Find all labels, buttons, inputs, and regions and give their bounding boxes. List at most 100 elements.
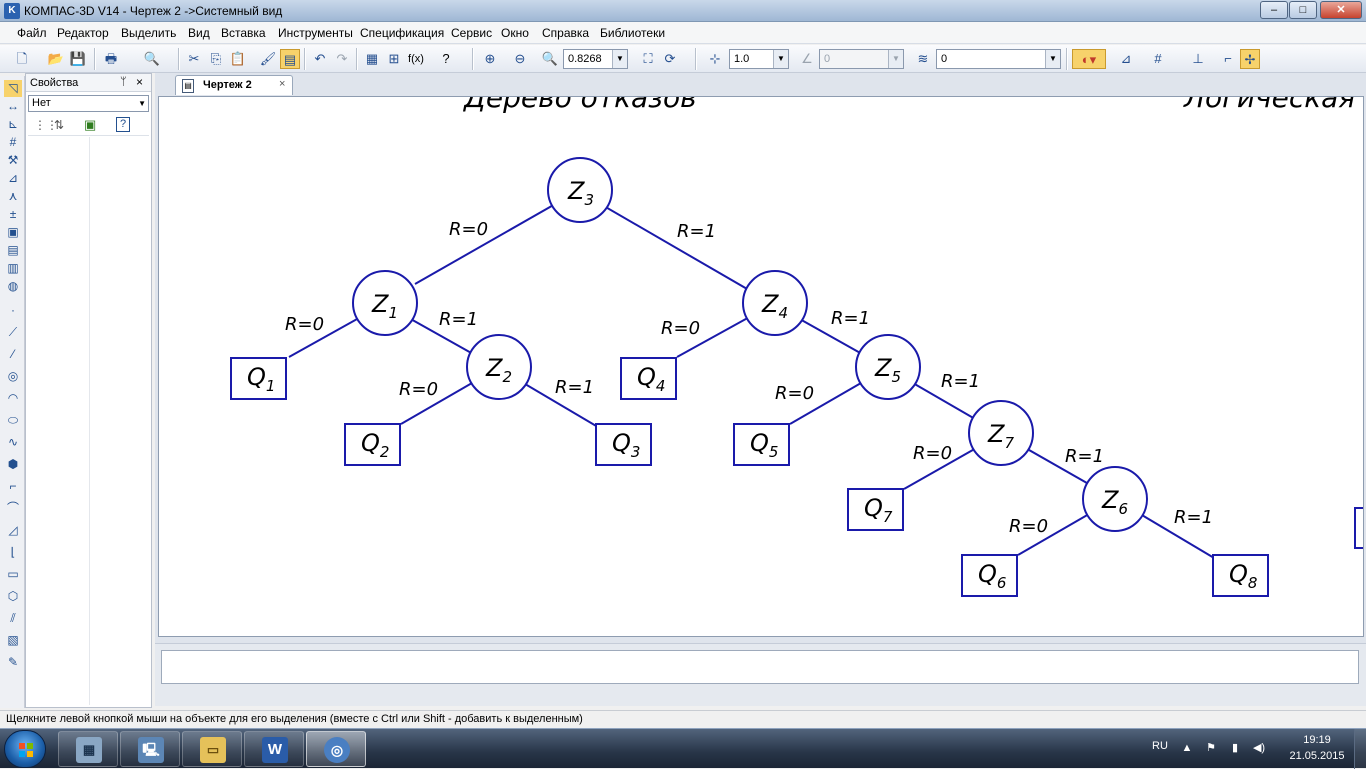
zoom-window-icon[interactable]: ⊕ bbox=[480, 49, 500, 69]
sort-icon[interactable]: ⇅ bbox=[54, 118, 64, 132]
tab-drawing-2[interactable]: ▤ Чертеж 2 × bbox=[175, 75, 293, 95]
close-icon[interactable]: × bbox=[136, 75, 143, 89]
zoom-scale-combo[interactable]: 0.8268 ▼ bbox=[563, 49, 628, 69]
redo-icon[interactable]: ↷ bbox=[332, 49, 352, 69]
snap-icon[interactable]: ⊹ bbox=[705, 49, 725, 69]
segment-icon[interactable]: ⁄ bbox=[4, 346, 22, 363]
drawing-canvas[interactable]: Дерево отказов Логическая Z3 Z1 Z2 Z4 Z5… bbox=[158, 96, 1364, 637]
magnet-icon[interactable]: ◐▾ bbox=[1072, 49, 1106, 69]
contour-icon[interactable]: ✎ bbox=[4, 654, 22, 671]
angle-combo[interactable]: 0 ▼ bbox=[819, 49, 904, 69]
volume-icon[interactable]: ◀) bbox=[1252, 741, 1266, 755]
manager-icon[interactable]: ▤ bbox=[280, 49, 300, 69]
menu-help[interactable]: Справка bbox=[542, 26, 589, 40]
minimize-button[interactable]: – bbox=[1260, 1, 1288, 19]
polyline-icon[interactable]: ⌐ bbox=[4, 478, 22, 495]
format-brush-icon[interactable]: 🖌 bbox=[258, 49, 278, 69]
taskbar-computer[interactable]: 🖳 bbox=[120, 731, 180, 767]
taskbar-explorer[interactable]: ▭ bbox=[182, 731, 242, 767]
local-cs-icon[interactable]: ⊥ bbox=[1188, 49, 1208, 69]
measure-icon[interactable]: ⊿ bbox=[4, 170, 22, 187]
properties-settings-icon[interactable]: ▣ bbox=[84, 117, 96, 133]
save-icon[interactable]: 💾 bbox=[68, 49, 88, 69]
menu-insert[interactable]: Вставка bbox=[221, 26, 266, 40]
menu-libraries[interactable]: Библиотеки bbox=[600, 26, 665, 40]
help-cursor-icon[interactable]: ? bbox=[436, 49, 456, 69]
grid-icon[interactable]: # bbox=[1148, 49, 1168, 69]
spec-icon[interactable]: ▣ bbox=[4, 224, 22, 241]
point-icon[interactable]: · bbox=[4, 302, 22, 319]
menu-editor[interactable]: Редактор bbox=[57, 26, 109, 40]
tree-icon[interactable]: ▦ bbox=[362, 49, 382, 69]
help-icon[interactable]: ? bbox=[116, 117, 130, 132]
copy-icon[interactable]: ⎘ bbox=[206, 49, 226, 69]
menu-view[interactable]: Вид bbox=[188, 26, 210, 40]
command-input[interactable] bbox=[161, 650, 1359, 684]
zoom-all-icon[interactable]: ⊖ bbox=[510, 49, 530, 69]
chevron-down-icon[interactable]: ▼ bbox=[888, 50, 903, 68]
pin-icon[interactable]: ᛘ bbox=[120, 76, 127, 88]
tab-close-icon[interactable]: × bbox=[279, 78, 285, 90]
menu-select[interactable]: Выделить bbox=[121, 26, 176, 40]
circle-icon[interactable]: ◎ bbox=[4, 368, 22, 385]
fx-icon[interactable]: f(x) bbox=[406, 49, 426, 69]
chevron-down-icon[interactable]: ▼ bbox=[138, 96, 146, 111]
menu-specification[interactable]: Спецификация bbox=[360, 26, 444, 40]
layers-icon[interactable]: ≋ bbox=[913, 49, 933, 69]
show-desktop-button[interactable] bbox=[1354, 729, 1366, 769]
select-icon[interactable]: ⋏ bbox=[4, 188, 22, 205]
insert-icon[interactable]: ▥ bbox=[4, 260, 22, 277]
preview-icon[interactable]: 🔍 bbox=[142, 49, 162, 69]
chevron-down-icon[interactable]: ▼ bbox=[1045, 50, 1060, 68]
start-button[interactable] bbox=[4, 730, 46, 768]
pan-icon[interactable]: ⛶ bbox=[638, 49, 658, 69]
reports-icon[interactable]: ▤ bbox=[4, 242, 22, 259]
hatch-icon[interactable]: ▧ bbox=[4, 632, 22, 649]
geometry-icon[interactable]: ◹ bbox=[4, 80, 22, 97]
chevron-down-icon[interactable]: ▼ bbox=[773, 50, 788, 68]
equidistant-icon[interactable]: ⫽ bbox=[4, 610, 22, 627]
ortho-icon[interactable]: ⊿ bbox=[1116, 49, 1136, 69]
taskbar-kompas[interactable]: ◎ bbox=[306, 731, 366, 767]
open-folder-icon[interactable]: 📂 bbox=[46, 49, 66, 69]
chamfer-icon[interactable]: ◿ bbox=[4, 522, 22, 539]
spline-icon[interactable]: ∿ bbox=[4, 434, 22, 451]
ellipse-icon[interactable]: ⬭ bbox=[4, 412, 22, 429]
library-icon[interactable]: ◍ bbox=[4, 278, 22, 295]
new-file-icon[interactable]: 🗋 bbox=[12, 49, 32, 69]
cut-icon[interactable]: ✂ bbox=[184, 49, 204, 69]
undo-icon[interactable]: ↶ bbox=[310, 49, 330, 69]
tray-expand-icon[interactable]: ▲ bbox=[1180, 741, 1194, 755]
parametrization-icon[interactable]: ⚒ bbox=[4, 152, 22, 169]
layer-combo[interactable]: 0 ▼ bbox=[936, 49, 1061, 69]
bezier-icon[interactable]: ⌒ bbox=[4, 500, 22, 517]
maximize-button[interactable]: □ bbox=[1289, 1, 1317, 19]
zoom-scale-icon[interactable]: 🔍 bbox=[540, 49, 560, 69]
rectangle-icon[interactable]: ▭ bbox=[4, 566, 22, 583]
chevron-down-icon[interactable]: ▼ bbox=[612, 50, 627, 68]
step-combo[interactable]: 1.0 ▼ bbox=[729, 49, 789, 69]
paste-icon[interactable]: 📋 bbox=[228, 49, 248, 69]
designations-icon[interactable]: ⊾ bbox=[4, 116, 22, 133]
round-icon[interactable]: ⌐ bbox=[1218, 49, 1238, 69]
action-center-flag-icon[interactable]: ⚑ bbox=[1204, 741, 1218, 755]
menu-window[interactable]: Окно bbox=[501, 26, 529, 40]
kompas-app-icon[interactable]: K bbox=[4, 3, 20, 19]
language-indicator[interactable]: RU bbox=[1152, 740, 1168, 752]
fillet-icon[interactable]: ⌊ bbox=[4, 544, 22, 561]
arc-icon[interactable]: ◠ bbox=[4, 390, 22, 407]
clock-time[interactable]: 19:19 bbox=[1292, 734, 1342, 746]
angle-icon[interactable]: ∠ bbox=[797, 49, 817, 69]
dimensions-icon[interactable]: ↔ bbox=[4, 98, 22, 115]
selection-filter-select[interactable]: Нет ▼ bbox=[28, 95, 149, 112]
power-icon[interactable]: ▮ bbox=[1228, 741, 1242, 755]
associative-views-icon[interactable]: ± bbox=[4, 206, 22, 223]
editing-icon[interactable]: # bbox=[4, 134, 22, 151]
print-icon[interactable]: 🖶 bbox=[101, 49, 121, 69]
menu-file[interactable]: Файл bbox=[17, 26, 47, 40]
taskbar-word[interactable]: W bbox=[244, 731, 304, 767]
taskbar-calculator[interactable]: ▦ bbox=[58, 731, 118, 767]
clock-date[interactable]: 21.05.2015 bbox=[1284, 750, 1350, 762]
close-button[interactable]: ✕ bbox=[1320, 1, 1362, 19]
hatch-fill-icon[interactable]: ⬢ bbox=[4, 456, 22, 473]
